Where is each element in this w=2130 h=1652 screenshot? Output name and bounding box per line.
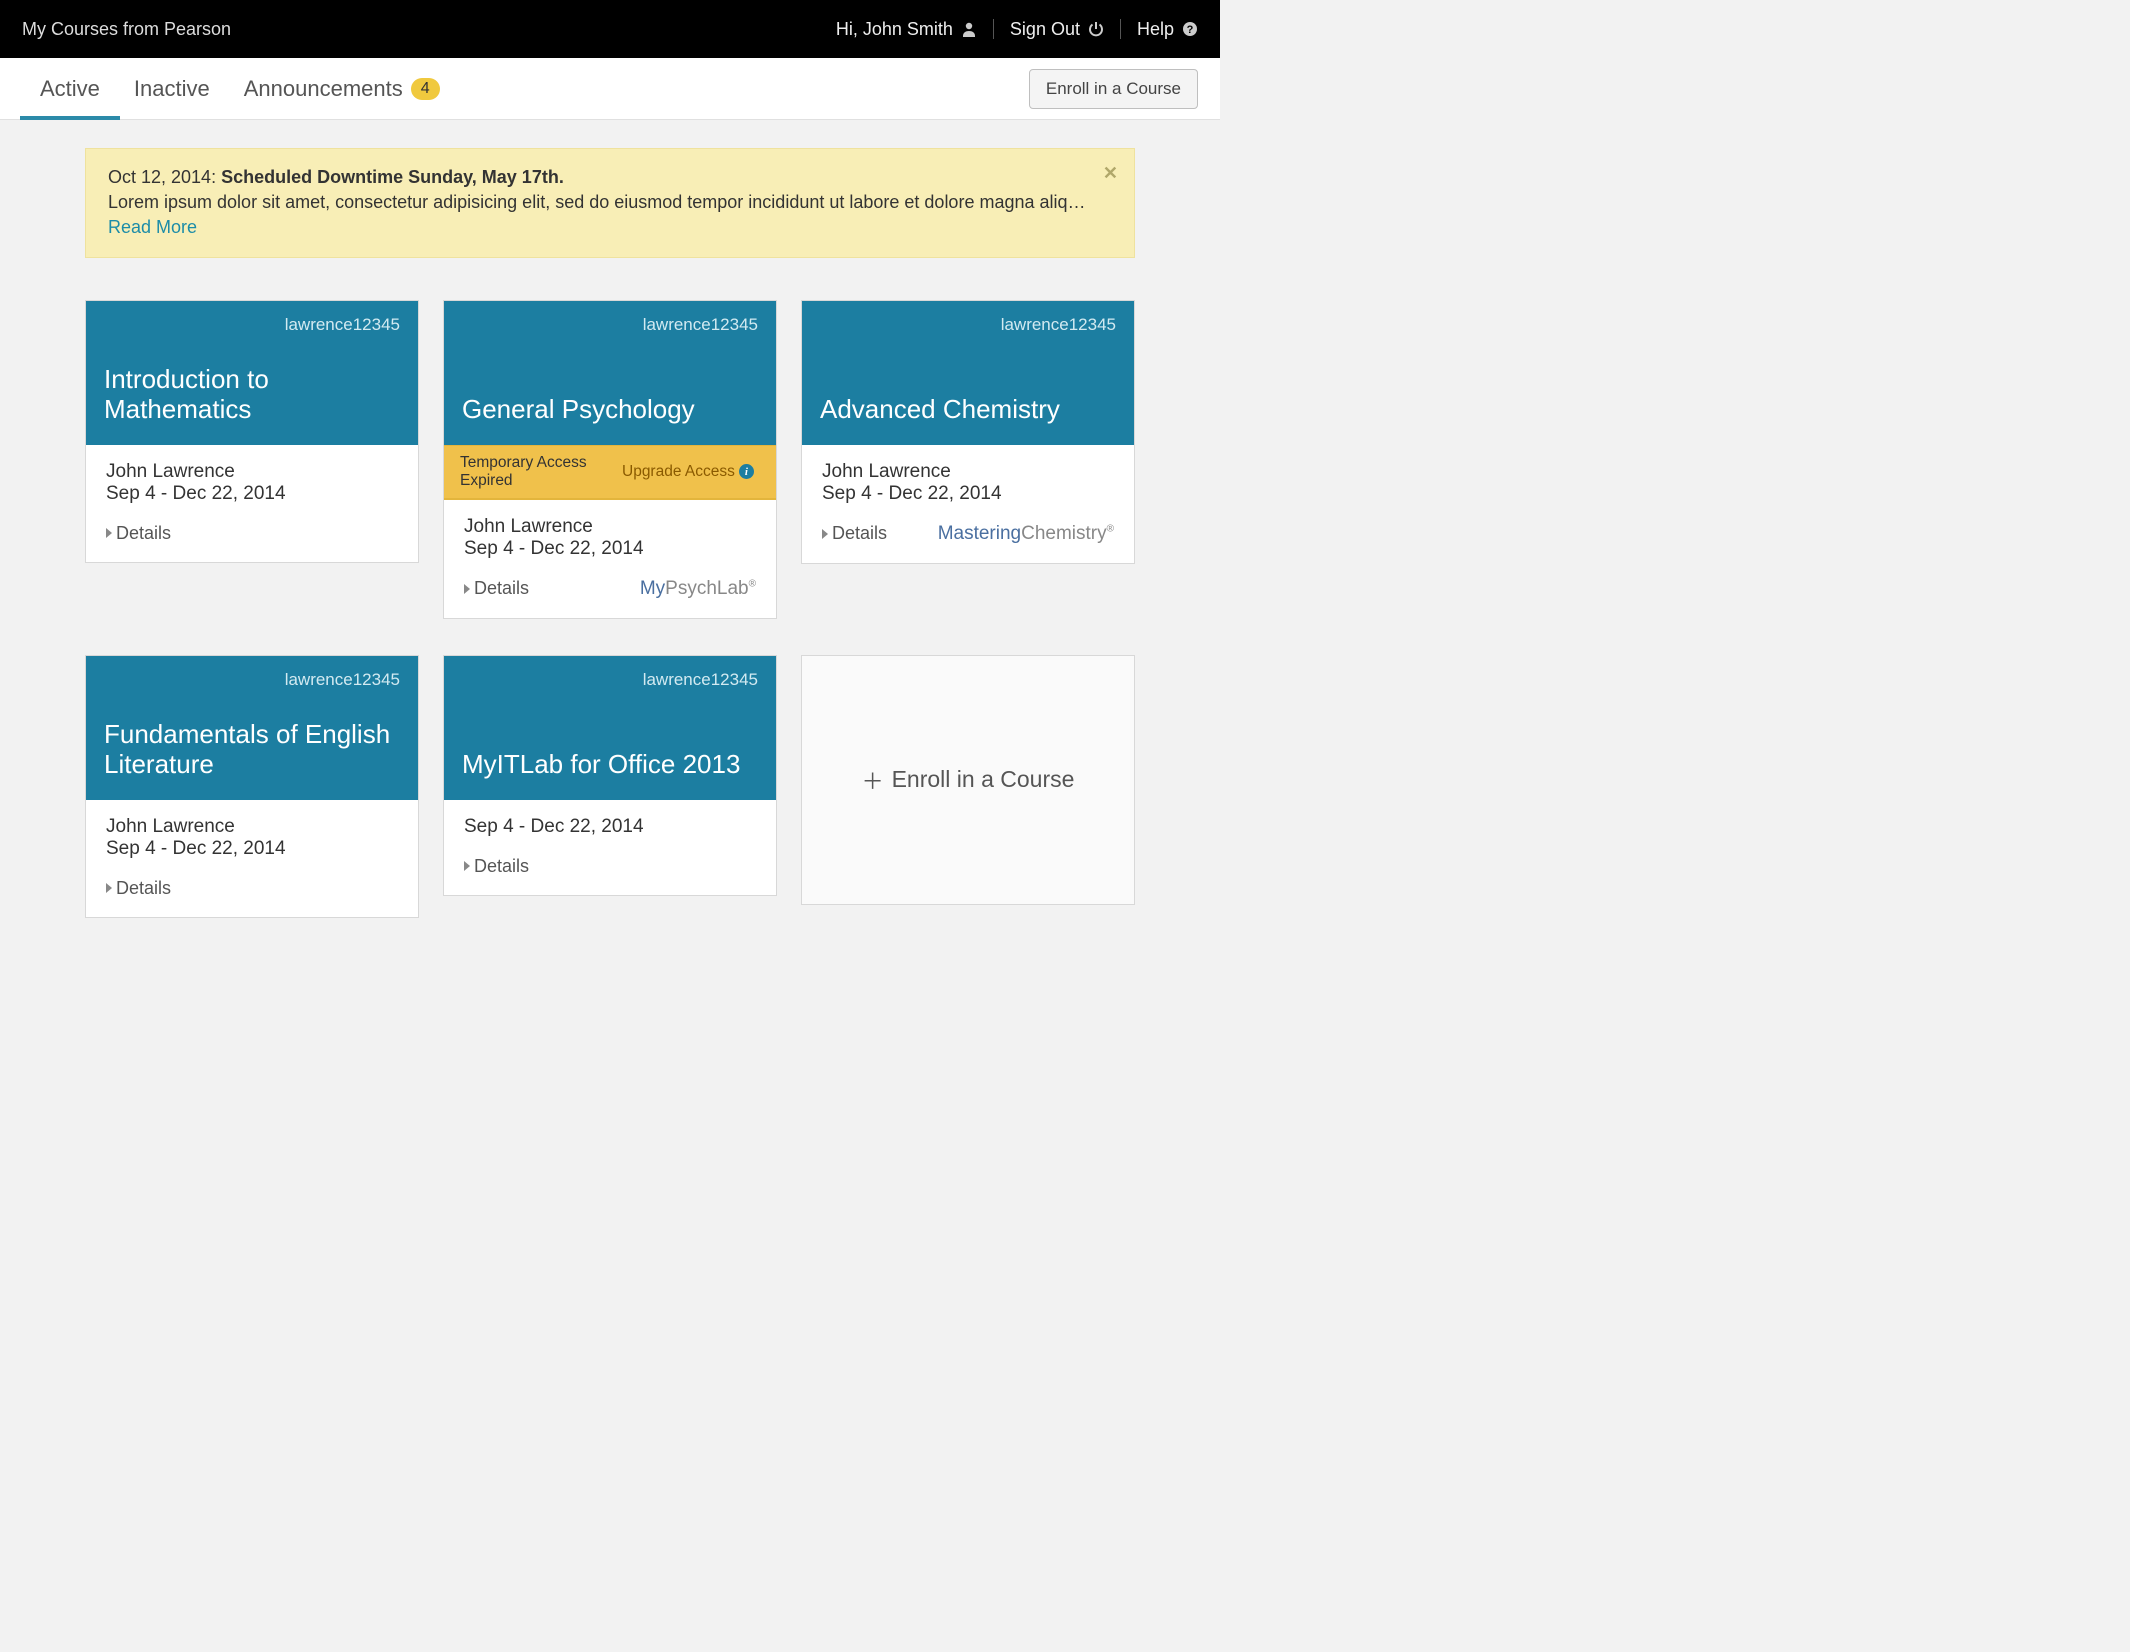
help-icon: ?	[1182, 21, 1198, 37]
course-id: lawrence12345	[104, 670, 400, 690]
details-toggle[interactable]: Details	[106, 523, 171, 544]
course-title: MyITLab for Office 2013	[462, 750, 758, 780]
course-instructor: John Lawrence	[822, 461, 1114, 483]
announcement-alert: ✕ Oct 12, 2014: Scheduled Downtime Sunda…	[85, 148, 1135, 258]
course-title: General Psychology	[462, 395, 758, 425]
help-label: Help	[1137, 19, 1174, 40]
tab-active-label: Active	[40, 76, 100, 102]
course-card-head: lawrence12345 Introduction to Mathematics	[86, 301, 418, 445]
divider	[993, 19, 994, 39]
details-toggle[interactable]: Details	[822, 523, 887, 544]
course-card-body: Sep 4 - Dec 22, 2014	[444, 800, 776, 856]
alert-headline: Oct 12, 2014: Scheduled Downtime Sunday,…	[108, 165, 1112, 190]
course-dates: Sep 4 - Dec 22, 2014	[822, 483, 1114, 505]
course-card-body: John LawrenceSep 4 - Dec 22, 2014	[86, 800, 418, 878]
course-instructor: John Lawrence	[106, 816, 398, 838]
caret-right-icon	[106, 528, 112, 538]
product-brand: MyPsychLab®	[640, 578, 756, 600]
course-card-head: lawrence12345 General Psychology	[444, 301, 776, 445]
course-instructor: John Lawrence	[106, 461, 398, 483]
help-link[interactable]: Help ?	[1137, 19, 1198, 40]
course-grid: lawrence12345 Introduction to Mathematics…	[85, 300, 1135, 918]
alert-body: Lorem ipsum dolor sit amet, consectetur …	[108, 192, 1086, 212]
course-id: lawrence12345	[820, 315, 1116, 335]
user-greeting-text: Hi, John Smith	[836, 19, 953, 40]
brand-title: My Courses from Pearson	[22, 19, 836, 40]
tab-active[interactable]: Active	[40, 58, 100, 119]
access-status: Temporary Access Expired	[460, 454, 622, 490]
course-card[interactable]: lawrence12345 MyITLab for Office 2013 Sep …	[443, 655, 777, 896]
course-card-body: John LawrenceSep 4 - Dec 22, 2014	[444, 500, 776, 578]
sign-out-link[interactable]: Sign Out	[1010, 19, 1104, 40]
alert-title: Scheduled Downtime Sunday, May 17th.	[221, 167, 564, 187]
course-card[interactable]: lawrence12345 Advanced Chemistry John Lawr…	[801, 300, 1135, 564]
top-bar: My Courses from Pearson Hi, John Smith S…	[0, 0, 1220, 58]
course-card-foot: Details	[86, 523, 418, 562]
course-title: Fundamentals of English Literature	[104, 720, 400, 780]
course-title: Introduction to Mathematics	[104, 365, 400, 425]
course-card-head: lawrence12345 Fundamentals of English Lit…	[86, 656, 418, 800]
course-card-body: John LawrenceSep 4 - Dec 22, 2014	[802, 445, 1134, 523]
close-icon[interactable]: ✕	[1103, 161, 1118, 186]
alert-date: Oct 12, 2014:	[108, 167, 216, 187]
course-card-foot: Details MyPsychLab®	[444, 578, 776, 618]
course-id: lawrence12345	[462, 670, 758, 690]
course-dates: Sep 4 - Dec 22, 2014	[106, 483, 398, 505]
details-label: Details	[474, 578, 529, 599]
caret-right-icon	[464, 584, 470, 594]
read-more-link[interactable]: Read More	[108, 217, 197, 237]
course-id: lawrence12345	[462, 315, 758, 335]
enroll-tile-label: ＋Enroll in a Course	[862, 764, 1075, 796]
sign-out-label: Sign Out	[1010, 19, 1080, 40]
info-icon[interactable]: i	[739, 464, 754, 479]
details-toggle[interactable]: Details	[106, 878, 171, 899]
course-card[interactable]: lawrence12345 Fundamentals of English Lit…	[85, 655, 419, 918]
upgrade-access-link[interactable]: Upgrade Access i	[622, 463, 754, 481]
course-dates: Sep 4 - Dec 22, 2014	[464, 816, 756, 838]
access-bar: Temporary Access ExpiredUpgrade Access i	[444, 445, 776, 500]
enroll-tile[interactable]: ＋Enroll in a Course	[801, 655, 1135, 905]
plus-icon: ＋	[862, 764, 884, 796]
tab-announcements[interactable]: Announcements 4	[244, 58, 440, 119]
announcements-badge: 4	[411, 78, 440, 100]
course-id: lawrence12345	[104, 315, 400, 335]
details-label: Details	[832, 523, 887, 544]
divider	[1120, 19, 1121, 39]
top-bar-right: Hi, John Smith Sign Out Help ?	[836, 19, 1198, 40]
details-label: Details	[116, 523, 171, 544]
svg-text:?: ?	[1187, 24, 1194, 36]
course-dates: Sep 4 - Dec 22, 2014	[106, 838, 398, 860]
tab-announcements-label: Announcements	[244, 76, 403, 102]
details-toggle[interactable]: Details	[464, 578, 529, 599]
power-icon	[1088, 21, 1104, 37]
details-label: Details	[474, 856, 529, 877]
course-dates: Sep 4 - Dec 22, 2014	[464, 538, 756, 560]
course-card[interactable]: lawrence12345 Introduction to Mathematics…	[85, 300, 419, 563]
upgrade-access-label: Upgrade Access	[622, 463, 735, 481]
alert-body-line: Lorem ipsum dolor sit amet, consectetur …	[108, 190, 1112, 240]
course-card-foot: Details	[444, 856, 776, 895]
tabs: Active Inactive Announcements 4	[40, 58, 440, 119]
course-card-head: lawrence12345 Advanced Chemistry	[802, 301, 1134, 445]
caret-right-icon	[464, 861, 470, 871]
tab-bar: Active Inactive Announcements 4 Enroll i…	[0, 58, 1220, 120]
course-card-head: lawrence12345 MyITLab for Office 2013	[444, 656, 776, 800]
course-card[interactable]: lawrence12345 General Psychology Temporary…	[443, 300, 777, 619]
course-title: Advanced Chemistry	[820, 395, 1116, 425]
details-label: Details	[116, 878, 171, 899]
enroll-button[interactable]: Enroll in a Course	[1029, 69, 1198, 109]
course-card-body: John LawrenceSep 4 - Dec 22, 2014	[86, 445, 418, 523]
user-greeting[interactable]: Hi, John Smith	[836, 19, 977, 40]
course-card-foot: Details	[86, 878, 418, 917]
course-card-foot: Details MasteringChemistry®	[802, 523, 1134, 563]
tab-inactive-label: Inactive	[134, 76, 210, 102]
product-brand: MasteringChemistry®	[938, 523, 1114, 545]
tab-inactive[interactable]: Inactive	[134, 58, 210, 119]
course-instructor: John Lawrence	[464, 516, 756, 538]
caret-right-icon	[106, 883, 112, 893]
content: ✕ Oct 12, 2014: Scheduled Downtime Sunda…	[0, 120, 1220, 998]
caret-right-icon	[822, 529, 828, 539]
details-toggle[interactable]: Details	[464, 856, 529, 877]
user-icon	[961, 21, 977, 37]
